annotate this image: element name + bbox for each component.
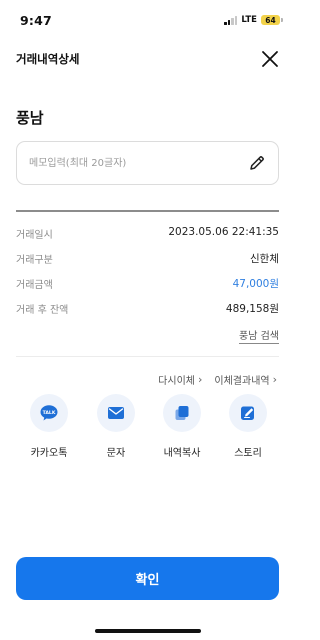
detail-row-datetime: 거래일시 2023.05.06 22:41:35: [16, 226, 279, 242]
kakaotalk-icon: TALK: [40, 405, 58, 421]
close-button[interactable]: [259, 48, 281, 70]
detail-value: 2023.05.06 22:41:35: [168, 226, 279, 238]
share-label: 내역복사: [163, 448, 201, 459]
share-icon-bg: [163, 394, 201, 432]
transfer-result-label: 이체결과내역: [214, 376, 270, 387]
detail-row-balance: 거래 후 잔액 489,158원: [16, 301, 279, 317]
chevron-right-icon: ›: [272, 373, 277, 386]
memo-input[interactable]: [29, 142, 239, 184]
confirm-button[interactable]: 확인: [16, 557, 279, 600]
counterparty-name: 풍남: [16, 109, 44, 127]
detail-label: 거래금액: [16, 280, 53, 291]
amount-value: 47,000원: [232, 278, 279, 290]
share-kakaotalk-button[interactable]: TALK 카카오톡: [19, 394, 79, 464]
signal-icon: [224, 15, 238, 25]
battery-icon: 64: [261, 15, 283, 25]
page-title: 거래내역상세: [16, 52, 80, 66]
svg-text:TALK: TALK: [43, 410, 56, 416]
share-icon-bg: [97, 394, 135, 432]
share-label: 문자: [106, 448, 126, 459]
share-options: TALK 카카오톡 문자 내역복사 스토리: [16, 394, 279, 464]
retransfer-label: 다시이체: [158, 376, 195, 387]
detail-label: 거래일시: [16, 230, 53, 241]
header: 거래내역상세: [0, 44, 295, 74]
copy-icon: [175, 406, 189, 420]
detail-value: 신한체: [250, 253, 279, 265]
memo-edit-button[interactable]: [248, 154, 266, 172]
status-bar: 9:47 LTE 64: [0, 0, 295, 40]
pencil-icon: [250, 156, 264, 170]
share-copy-button[interactable]: 내역복사: [152, 394, 212, 464]
chevron-right-icon: ›: [197, 373, 203, 386]
share-label: 카카오톡: [30, 448, 68, 459]
detail-row-type: 거래구분 신한체: [16, 251, 279, 267]
envelope-icon: [108, 407, 124, 419]
detail-label: 거래구분: [16, 255, 53, 266]
detail-label: 거래 후 잔액: [16, 305, 69, 316]
transfer-result-link[interactable]: 이체결과내역 ›: [214, 372, 277, 387]
status-time: 9:47: [20, 13, 52, 28]
detail-value: 489,158원: [225, 303, 279, 315]
share-icon-bg: [229, 394, 267, 432]
retransfer-link[interactable]: 다시이체 ›: [158, 372, 202, 387]
memo-field[interactable]: [16, 141, 279, 185]
section-divider: [16, 210, 279, 212]
quick-links: 다시이체 › 이체결과내역 ›: [158, 372, 277, 387]
network-type: LTE: [241, 15, 257, 25]
share-icon-bg: TALK: [30, 394, 68, 432]
detail-row-amount: 거래금액 47,000원: [16, 276, 279, 292]
story-edit-icon: [241, 406, 254, 420]
divider: [16, 356, 279, 357]
close-icon: [262, 51, 278, 67]
home-indicator: [95, 629, 201, 633]
share-label: 스토리: [234, 448, 262, 459]
share-story-button[interactable]: 스토리: [218, 394, 278, 464]
share-sms-button[interactable]: 문자: [86, 394, 146, 464]
status-indicators: LTE 64: [224, 15, 283, 25]
search-counterparty-link[interactable]: 풍남 검색: [239, 327, 279, 344]
